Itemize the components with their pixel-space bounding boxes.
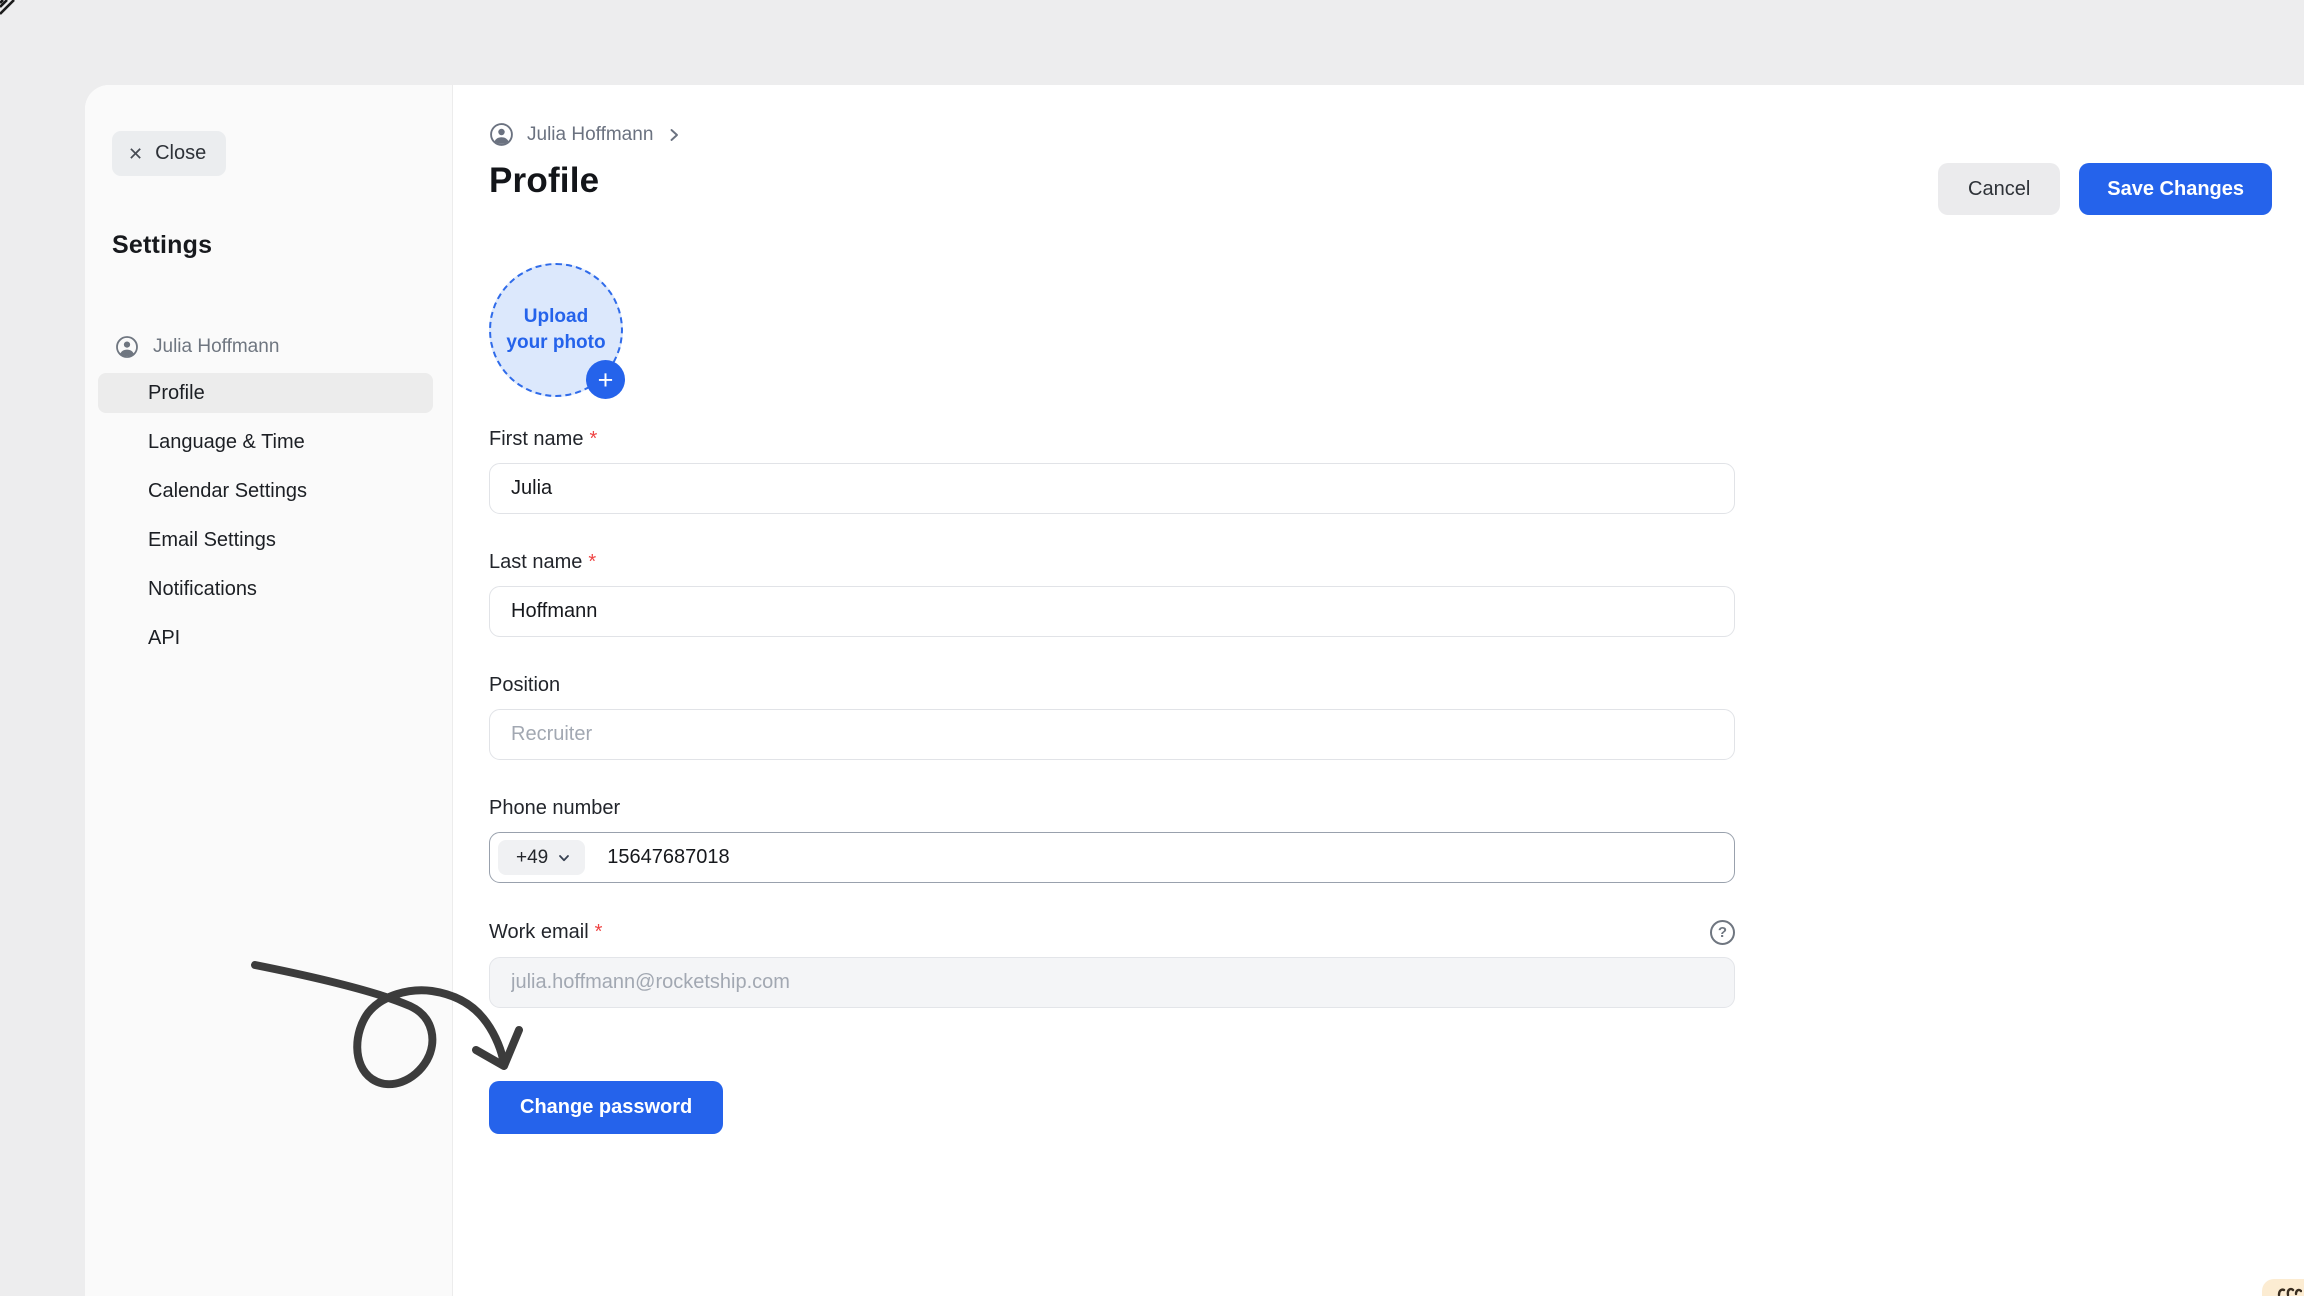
email-label: Work email *	[489, 921, 602, 944]
settings-panel: ✕ Close Settings Julia Hoffmann Profile …	[85, 85, 2304, 1296]
sidebar-user: Julia Hoffmann	[85, 335, 452, 373]
sidebar-item-email-settings[interactable]: Email Settings	[98, 520, 433, 560]
sidebar-item-calendar-settings[interactable]: Calendar Settings	[98, 471, 433, 511]
close-button-label: Close	[155, 142, 206, 165]
last-name-input[interactable]	[489, 586, 1735, 637]
sidebar-item-language-time[interactable]: Language & Time	[98, 422, 433, 462]
first-name-field-group: First name *	[489, 428, 1735, 514]
sidebar-item-notifications[interactable]: Notifications	[98, 569, 433, 609]
first-name-input[interactable]	[489, 463, 1735, 514]
change-password-button[interactable]: Change password	[489, 1081, 723, 1134]
position-label: Position	[489, 674, 1735, 697]
close-button[interactable]: ✕ Close	[112, 131, 226, 176]
email-label-row: Work email * ?	[489, 920, 1735, 945]
peach-badge	[2262, 1279, 2304, 1296]
work-email-input	[489, 957, 1735, 1008]
sidebar-item-label: API	[148, 627, 180, 650]
sidebar-user-name: Julia Hoffmann	[153, 336, 279, 358]
phone-input-box: +49	[489, 832, 1735, 883]
field-label-text: First name	[489, 428, 583, 451]
phone-field-group: Phone number +49	[489, 797, 1735, 883]
plus-icon: +	[598, 365, 614, 395]
user-avatar-icon	[489, 122, 514, 147]
user-avatar-icon	[115, 335, 139, 359]
settings-sidebar: ✕ Close Settings Julia Hoffmann Profile …	[85, 85, 453, 1296]
breadcrumb-user-name: Julia Hoffmann	[527, 124, 653, 146]
first-name-label: First name *	[489, 428, 1735, 451]
email-field-group: Work email * ?	[489, 920, 1735, 1008]
phone-label: Phone number	[489, 797, 1735, 820]
settings-nav: Julia Hoffmann Profile Language & Time C…	[85, 335, 452, 667]
header-actions: Cancel Save Changes	[1938, 163, 2272, 215]
position-field-group: Position	[489, 674, 1735, 760]
profile-form: First name * Last name * Position	[489, 428, 1735, 1045]
help-glyph: ?	[1718, 924, 1727, 941]
last-name-label: Last name *	[489, 551, 1735, 574]
sidebar-item-label: Email Settings	[148, 529, 276, 552]
photo-upload: Upload your photo +	[489, 263, 629, 403]
country-code-value: +49	[516, 847, 548, 869]
badge-glyph-icon	[2276, 1282, 2302, 1296]
field-label-text: Phone number	[489, 797, 620, 820]
chevron-down-icon	[557, 851, 571, 865]
close-icon: ✕	[128, 145, 143, 163]
country-code-select[interactable]: +49	[498, 840, 585, 875]
field-label-text: Work email	[489, 921, 589, 944]
cancel-button[interactable]: Cancel	[1938, 163, 2060, 215]
sidebar-item-profile[interactable]: Profile	[98, 373, 433, 413]
help-icon[interactable]: ?	[1710, 920, 1735, 945]
add-photo-button[interactable]: +	[586, 360, 625, 399]
required-mark: *	[595, 921, 603, 944]
field-label-text: Position	[489, 674, 560, 697]
page-title: Profile	[489, 161, 599, 201]
sidebar-item-api[interactable]: API	[98, 618, 433, 658]
last-name-field-group: Last name *	[489, 551, 1735, 637]
sidebar-item-label: Profile	[148, 382, 205, 405]
sidebar-item-label: Language & Time	[148, 431, 305, 454]
chevron-right-icon	[666, 127, 682, 143]
save-changes-button[interactable]: Save Changes	[2079, 163, 2272, 215]
required-mark: *	[589, 428, 597, 451]
profile-content: Julia Hoffmann Profile Cancel Save Chang…	[453, 85, 2304, 1296]
upload-photo-label: Upload your photo	[501, 304, 611, 355]
position-input[interactable]	[489, 709, 1735, 760]
field-label-text: Last name	[489, 551, 582, 574]
phone-number-input[interactable]	[585, 833, 1734, 882]
screen-corner-artifact	[0, 0, 18, 18]
breadcrumb[interactable]: Julia Hoffmann	[489, 122, 682, 147]
required-mark: *	[588, 551, 596, 574]
settings-heading: Settings	[112, 231, 212, 260]
sidebar-item-label: Notifications	[148, 578, 257, 601]
sidebar-item-label: Calendar Settings	[148, 480, 307, 503]
